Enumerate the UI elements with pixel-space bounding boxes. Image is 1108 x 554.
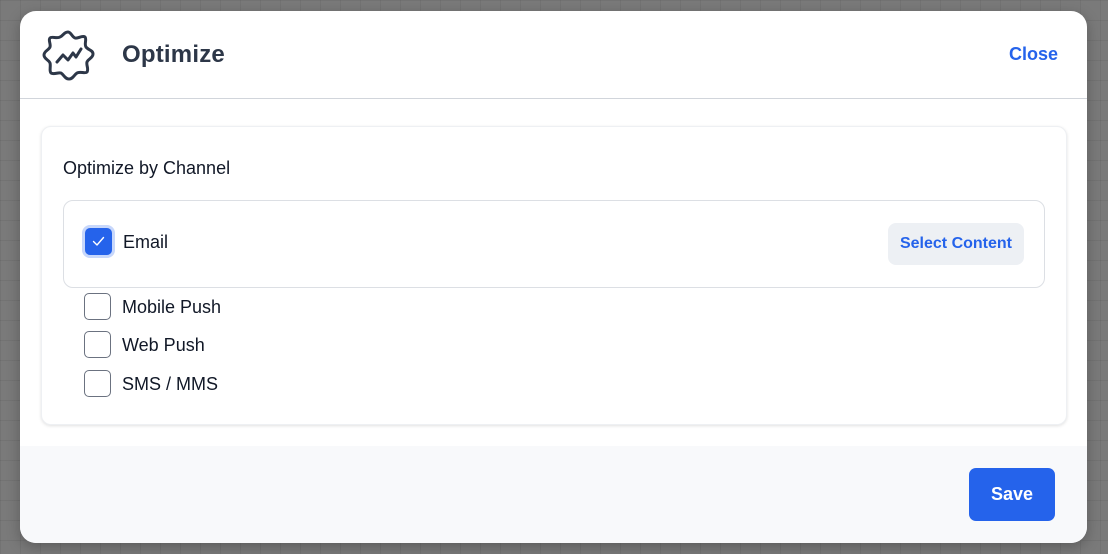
channel-card: Optimize by Channel Email Select Content… [41, 126, 1067, 425]
optimize-modal: Optimize Close Optimize by Channel Email… [20, 11, 1087, 543]
modal-header: Optimize Close [20, 11, 1087, 99]
save-button[interactable]: Save [969, 468, 1055, 521]
email-checkbox[interactable] [85, 228, 112, 255]
web-push-label: Web Push [122, 335, 205, 355]
sms-mms-checkbox[interactable] [84, 370, 111, 397]
email-channel-row: Email Select Content [63, 200, 1045, 288]
web-push-checkbox[interactable] [84, 331, 111, 358]
modal-body: Optimize by Channel Email Select Content… [20, 100, 1087, 446]
card-title: Optimize by Channel [63, 158, 231, 178]
email-label: Email [123, 232, 169, 252]
checkmark-icon [92, 236, 105, 246]
modal-title: Optimize [122, 41, 225, 68]
mobile-push-checkbox[interactable] [84, 293, 111, 320]
modal-footer: Save [20, 446, 1087, 543]
mobile-push-label: Mobile Push [122, 297, 222, 317]
optimize-badge-icon [40, 27, 96, 83]
select-content-button[interactable]: Select Content [888, 223, 1024, 265]
sms-mms-label: SMS / MMS [122, 374, 219, 394]
close-button[interactable]: Close [1009, 44, 1058, 65]
